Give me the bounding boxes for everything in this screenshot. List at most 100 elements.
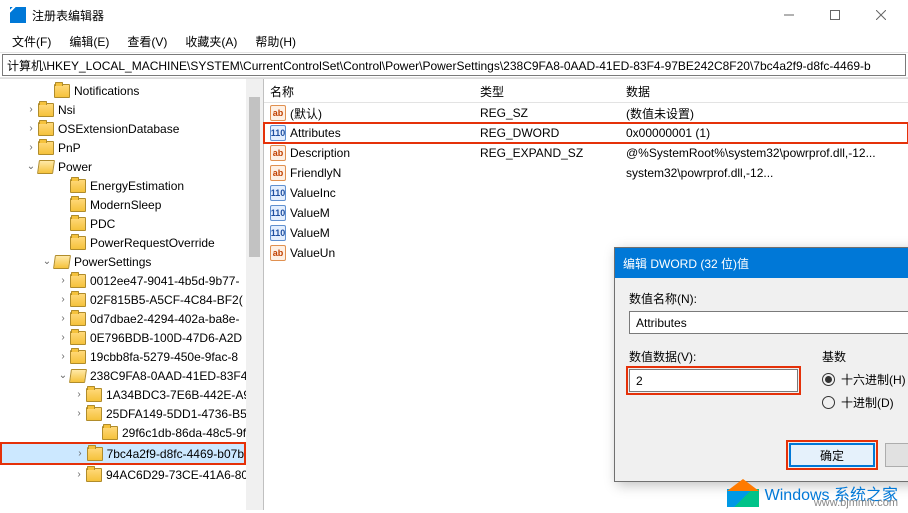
tree-expander[interactable]: ›	[56, 294, 70, 305]
list-row[interactable]: 110ValueM	[264, 203, 908, 223]
tree-item[interactable]: PowerRequestOverride	[0, 233, 263, 252]
menu-view[interactable]: 查看(V)	[119, 31, 175, 52]
tree-expander[interactable]: ›	[24, 123, 38, 134]
list-row[interactable]: 110ValueInc	[264, 183, 908, 203]
tree-expander[interactable]: ⌄	[56, 370, 70, 381]
tree-expander[interactable]: ›	[56, 313, 70, 324]
value-type	[474, 192, 620, 194]
tree-label: Notifications	[74, 84, 139, 98]
tree-expander[interactable]: ›	[56, 351, 70, 362]
list-row[interactable]: ab(默认)REG_SZ(数值未设置)	[264, 103, 908, 123]
menu-file[interactable]: 文件(F)	[4, 31, 59, 52]
folder-icon	[86, 388, 102, 402]
list-row[interactable]: 110AttributesREG_DWORD0x00000001 (1)	[264, 123, 908, 143]
tree-item[interactable]: › 94AC6D29-73CE-41A6-80	[0, 465, 263, 484]
value-data-label: 数值数据(V):	[629, 348, 798, 365]
titlebar: 注册表编辑器	[0, 0, 908, 30]
value-name-input[interactable]	[629, 311, 908, 334]
col-data[interactable]: 数据	[620, 79, 880, 102]
menu-favorites[interactable]: 收藏夹(A)	[177, 31, 245, 52]
cancel-button[interactable]: 取消	[885, 443, 908, 467]
tree-expander[interactable]: ›	[24, 104, 38, 115]
string-value-icon: ab	[270, 245, 286, 261]
tree-item[interactable]: › PnP	[0, 138, 263, 157]
tree-item[interactable]: ⌄ 238C9FA8-0AAD-41ED-83F4	[0, 366, 263, 385]
list-row[interactable]: 110ValueM	[264, 223, 908, 243]
tree-item[interactable]: › 1A34BDC3-7E6B-442E-A9	[0, 385, 263, 404]
watermark: Windows 系统之家 www.bjmmlv.com	[727, 479, 898, 507]
address-input[interactable]	[2, 54, 906, 76]
tree-label: 238C9FA8-0AAD-41ED-83F4	[90, 369, 247, 383]
tree-item[interactable]: EnergyEstimation	[0, 176, 263, 195]
tree-label: 02F815B5-A5CF-4C84-BF2(	[90, 293, 243, 307]
minimize-button[interactable]	[766, 0, 812, 30]
col-type[interactable]: 类型	[474, 79, 620, 102]
value-name: ValueM	[290, 226, 330, 240]
binary-value-icon: 110	[270, 125, 286, 141]
tree-item[interactable]: › OSExtensionDatabase	[0, 119, 263, 138]
tree-label: 1A34BDC3-7E6B-442E-A9	[106, 388, 250, 402]
tree-item[interactable]: ›7bc4a2f9-d8fc-4469-b07b	[2, 444, 244, 463]
tree-expander[interactable]: ⌄	[24, 161, 38, 172]
list-row[interactable]: abFriendlyN system32\powrprof.dll,-12...	[264, 163, 908, 183]
close-button[interactable]	[858, 0, 904, 30]
tree-item[interactable]: ⌄PowerSettings	[0, 252, 263, 271]
folder-icon	[70, 179, 86, 193]
tree-expander[interactable]: ›	[56, 275, 70, 286]
value-data-input[interactable]	[629, 369, 798, 392]
tree-expander[interactable]: ›	[72, 469, 86, 480]
tree-item[interactable]: ›Nsi	[0, 100, 263, 119]
value-data	[620, 232, 880, 234]
tree-item[interactable]: ›19cbb8fa-5279-450e-9fac-8	[0, 347, 263, 366]
dialog-titlebar[interactable]: 编辑 DWORD (32 位)值	[615, 248, 908, 278]
tree-expander[interactable]: ⌄	[40, 256, 54, 267]
value-type: REG_DWORD	[474, 125, 620, 141]
value-name: ValueM	[290, 206, 330, 220]
radio-dec[interactable]: 十进制(D)	[822, 394, 906, 411]
string-value-icon: ab	[270, 105, 286, 121]
menu-help[interactable]: 帮助(H)	[247, 31, 304, 52]
tree-label: 25DFA149-5DD1-4736-B5	[106, 407, 247, 421]
tree-item[interactable]: ›0012ee47-9041-4b5d-9b77-	[0, 271, 263, 290]
tree-label: 94AC6D29-73CE-41A6-80	[106, 468, 248, 482]
tree-expander[interactable]: ›	[73, 448, 87, 459]
tree-item[interactable]: ⌄Power	[0, 157, 263, 176]
tree-expander[interactable]: ›	[56, 332, 70, 343]
tree-label: PowerRequestOverride	[90, 236, 215, 250]
tree-item[interactable]: › 0d7dbae2-4294-402a-ba8e-	[0, 309, 263, 328]
dialog-title-text: 编辑 DWORD (32 位)值	[623, 255, 749, 272]
value-name: Attributes	[290, 126, 341, 140]
value-data	[620, 212, 880, 214]
tree-expander[interactable]: ›	[72, 408, 86, 419]
tree-label: 0E796BDB-100D-47D6-A2D	[90, 331, 242, 345]
radio-hex[interactable]: 十六进制(H)	[822, 371, 906, 388]
ok-button[interactable]: 确定	[789, 443, 875, 467]
radio-dec-label: 十进制(D)	[841, 394, 894, 411]
tree-scrollbar[interactable]	[246, 79, 263, 510]
tree-item[interactable]: › 25DFA149-5DD1-4736-B5	[0, 404, 263, 423]
folder-icon	[70, 331, 86, 345]
tree-expander[interactable]: ›	[72, 389, 86, 400]
folder-icon	[70, 350, 86, 364]
col-name[interactable]: 名称	[264, 79, 474, 102]
radio-dec-dot	[822, 396, 835, 409]
tree-expander[interactable]: ›	[24, 142, 38, 153]
tree-item[interactable]: 29f6c1db-86da-48c5-9fdl	[0, 423, 263, 442]
menu-edit[interactable]: 编辑(E)	[61, 31, 117, 52]
list-row[interactable]: abDescriptionREG_EXPAND_SZ@%SystemRoot%\…	[264, 143, 908, 163]
tree-label: OSExtensionDatabase	[58, 122, 179, 136]
value-data	[620, 192, 880, 194]
addressbar	[0, 52, 908, 78]
edit-dword-dialog: 编辑 DWORD (32 位)值 数值名称(N): 数值数据(V):	[614, 247, 908, 482]
tree-label: PnP	[58, 141, 81, 155]
tree-item[interactable]: PDC	[0, 214, 263, 233]
tree-item[interactable]: › 02F815B5-A5CF-4C84-BF2(	[0, 290, 263, 309]
tree-item[interactable]: Notifications	[0, 81, 263, 100]
value-name: (默认)	[290, 105, 322, 122]
tree-label: 0d7dbae2-4294-402a-ba8e-	[90, 312, 239, 326]
maximize-button[interactable]	[812, 0, 858, 30]
tree-item[interactable]: ModernSleep	[0, 195, 263, 214]
radio-hex-dot	[822, 373, 835, 386]
folder-icon	[70, 236, 86, 250]
tree-item[interactable]: › 0E796BDB-100D-47D6-A2D	[0, 328, 263, 347]
